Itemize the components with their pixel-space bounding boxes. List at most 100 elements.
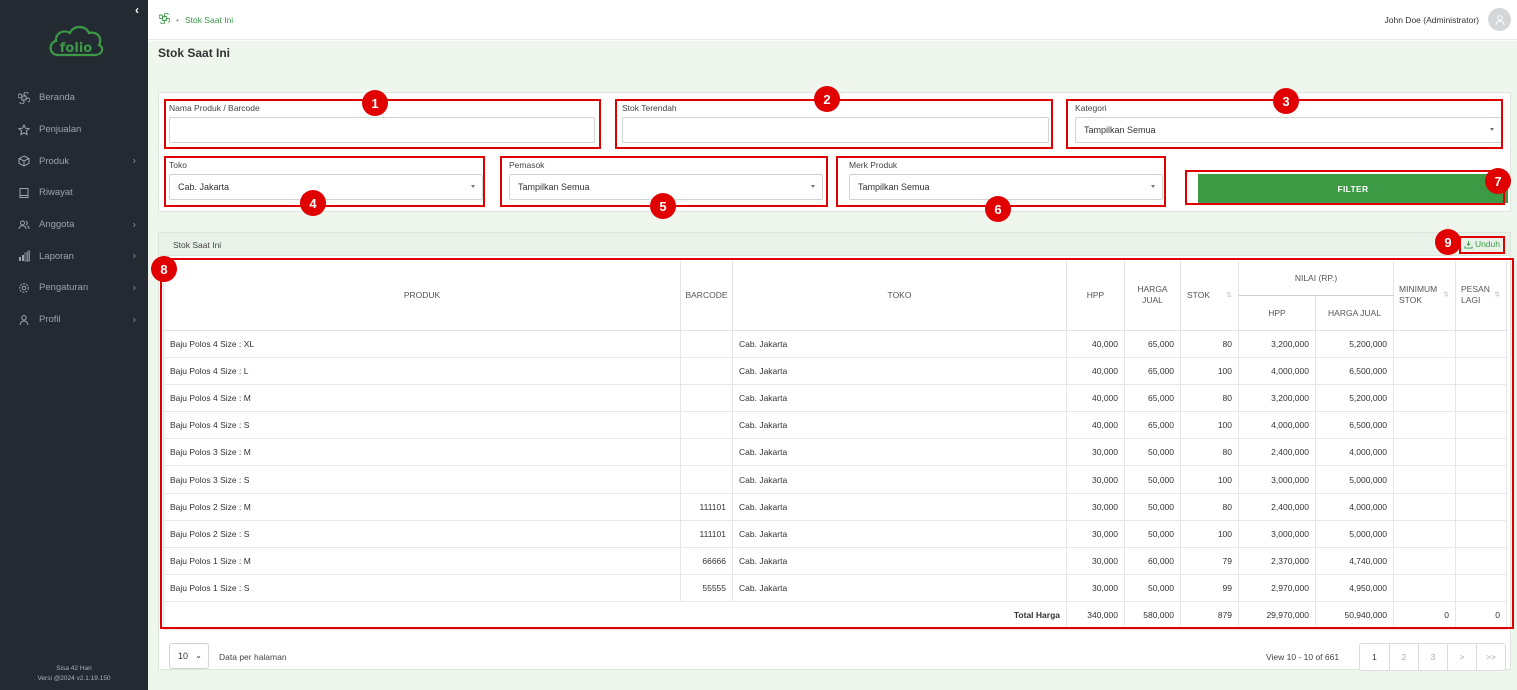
lowest-stock-input[interactable]	[622, 117, 1049, 143]
total-stok: 879	[1180, 601, 1239, 630]
page-button-3[interactable]: 3	[1418, 644, 1447, 670]
cell-minimum-stok	[1393, 329, 1457, 358]
total-minimum-stok: 0	[1393, 601, 1457, 630]
supplier-label: Pemasok	[509, 160, 545, 170]
per-page-select[interactable]: 10 ⌄	[169, 643, 209, 669]
column-header-pesan-lagi[interactable]: PESAN LAGI ⇅	[1455, 261, 1508, 331]
cell-minimum-stok	[1393, 383, 1457, 413]
page-buttons: 1 2 3 > >>	[1359, 643, 1506, 671]
annotation-badge-2: 2	[814, 86, 840, 112]
sort-icon[interactable]: ⇅	[1226, 291, 1232, 299]
annotation-badge-8: 8	[151, 256, 177, 282]
last-page-button[interactable]: >>	[1476, 644, 1505, 670]
cell-toko: Cab. Jakarta	[732, 574, 1067, 603]
brand-filter: Merk Produk Tampilkan Semua	[849, 160, 1163, 200]
cell-pesan-lagi	[1455, 574, 1508, 603]
table-row[interactable]: Baju Polos 2 Size : M 111101 Cab. Jakarta 3…	[163, 492, 1508, 521]
table-total-row: Total Harga 340,000 580,000 879 29,970,000 50…	[163, 601, 1508, 630]
sidebar-item-laporan[interactable]: Laporan ›	[0, 240, 148, 272]
cell-minimum-stok	[1393, 411, 1457, 440]
cell-barcode	[680, 383, 733, 413]
table-row[interactable]: Baju Polos 3 Size : M Cab. Jakarta 30,000 5…	[163, 438, 1508, 467]
table-row[interactable]: Baju Polos 3 Size : S Cab. Jakarta 30,000 5…	[163, 465, 1508, 494]
table-header-bar: Stok Saat Ini Unduh	[159, 233, 1510, 256]
sidebar-nav: Beranda Penjualan Produk › Riwayat Anggo…	[0, 82, 148, 336]
column-header-minimum-stok[interactable]: MINIMUM STOK ⇅	[1393, 261, 1457, 331]
cell-harga-jual: 60,000	[1124, 546, 1181, 576]
sort-icon[interactable]: ⇅	[1443, 290, 1449, 301]
total-nilai-harga-jual: 50,940,000	[1314, 601, 1395, 630]
sidebar-item-riwayat[interactable]: Riwayat	[0, 177, 148, 209]
breadcrumb-current[interactable]: Stok Saat Ini	[185, 15, 233, 25]
column-header-toko[interactable]: TOKO	[732, 261, 1067, 331]
product-search-input[interactable]	[169, 117, 595, 143]
column-header-harga-jual[interactable]: HARGA JUAL	[1124, 261, 1181, 331]
stok-header-text: STOK	[1187, 290, 1210, 301]
next-page-button[interactable]: >	[1447, 644, 1476, 670]
cell-nilai-hpp: 3,000,000	[1238, 465, 1316, 494]
main-content: Stok Saat Ini Nama Produk / Barcode Stok…	[148, 41, 1517, 690]
column-header-nilai: NILAI (RP.)	[1237, 261, 1395, 296]
annotation-badge-7: 7	[1485, 168, 1511, 194]
sort-icon[interactable]: ⇅	[1494, 290, 1500, 301]
cell-minimum-stok	[1393, 356, 1457, 385]
sidebar-item-beranda[interactable]: Beranda	[0, 82, 148, 114]
cell-nilai-harga-jual: 6,500,000	[1314, 356, 1395, 385]
category-select[interactable]: Tampilkan Semua	[1075, 117, 1502, 143]
filter-button[interactable]: FILTER	[1198, 174, 1508, 203]
cell-nilai-harga-jual: 5,000,000	[1314, 519, 1395, 549]
brand-select[interactable]: Tampilkan Semua	[849, 174, 1163, 200]
topbar: • Stok Saat Ini John Doe (Administrator)	[148, 0, 1517, 40]
column-header-nilai-hpp[interactable]: HPP	[1238, 295, 1316, 331]
avatar[interactable]	[1488, 8, 1511, 31]
column-header-barcode[interactable]: BARCODE	[680, 261, 733, 331]
page-button-1[interactable]: 1	[1360, 644, 1389, 670]
store-select[interactable]: Cab. Jakarta	[169, 174, 483, 200]
subscription-remaining: Sisa 42 Hari	[56, 665, 92, 672]
table-row[interactable]: Baju Polos 4 Size : M Cab. Jakarta 40,000 6…	[163, 383, 1508, 413]
cell-nilai-harga-jual: 5,200,000	[1314, 383, 1395, 413]
command-icon[interactable]	[158, 12, 171, 26]
chevron-right-icon: ›	[132, 250, 136, 262]
table-row[interactable]: Baju Polos 2 Size : S 111101 Cab. Jakarta 3…	[163, 519, 1508, 549]
collapse-sidebar-button[interactable]: ‹	[129, 3, 145, 19]
column-header-nilai-harga-jual[interactable]: HARGA JUAL	[1314, 295, 1395, 331]
cell-produk: Baju Polos 3 Size : M	[163, 438, 681, 467]
sidebar-item-produk[interactable]: Produk ›	[0, 145, 148, 177]
filter-panel: Nama Produk / Barcode Stok Terendah Kate…	[158, 92, 1511, 212]
column-header-hpp[interactable]: HPP	[1066, 261, 1125, 331]
sidebar-item-anggota[interactable]: Anggota ›	[0, 209, 148, 241]
sidebar-item-profil[interactable]: Profil ›	[0, 304, 148, 336]
table-row[interactable]: Baju Polos 4 Size : L Cab. Jakarta 40,000 6…	[163, 356, 1508, 385]
table-row[interactable]: Baju Polos 4 Size : XL Cab. Jakarta 40,000…	[163, 329, 1508, 358]
cell-toko: Cab. Jakarta	[732, 546, 1067, 576]
sidebar-item-penjualan[interactable]: Penjualan	[0, 114, 148, 146]
cell-barcode	[680, 329, 733, 358]
download-button[interactable]: Unduh	[1464, 239, 1500, 249]
table-row[interactable]: Baju Polos 1 Size : M 66666 Cab. Jakarta 30…	[163, 546, 1508, 576]
sidebar-item-label: Anggota	[39, 219, 75, 231]
table-row[interactable]: Baju Polos 4 Size : S Cab. Jakarta 40,000 6…	[163, 411, 1508, 440]
sidebar-item-label: Produk	[39, 155, 70, 167]
cell-stok: 80	[1180, 492, 1239, 521]
column-header-produk[interactable]: PRODUK	[163, 261, 681, 331]
pagination-bar: 10 ⌄ Data per halaman View 10 - 10 of 66…	[159, 643, 1510, 671]
chevron-down-icon: ⌄	[195, 651, 202, 660]
breadcrumb-separator: •	[176, 14, 179, 25]
cell-pesan-lagi	[1455, 492, 1508, 521]
column-header-stok[interactable]: STOK ⇅	[1180, 261, 1239, 331]
cell-minimum-stok	[1393, 546, 1457, 576]
cell-toko: Cab. Jakarta	[732, 383, 1067, 413]
table-row[interactable]: Baju Polos 1 Size : S 55555 Cab. Jakarta 30…	[163, 574, 1508, 603]
version-text: Versi @2024 v2.1.19.150	[37, 675, 111, 682]
cell-harga-jual: 65,000	[1124, 329, 1181, 358]
user-name[interactable]: John Doe (Administrator)	[1385, 15, 1479, 25]
minimum-stok-header-text: MINIMUM STOK	[1399, 284, 1438, 306]
cell-barcode	[680, 438, 733, 467]
star-icon	[17, 123, 31, 137]
cell-minimum-stok	[1393, 574, 1457, 603]
sidebar-item-pengaturan[interactable]: Pengaturan ›	[0, 272, 148, 304]
page-button-2[interactable]: 2	[1389, 644, 1418, 670]
cell-toko: Cab. Jakarta	[732, 438, 1067, 467]
cell-harga-jual: 50,000	[1124, 438, 1181, 467]
